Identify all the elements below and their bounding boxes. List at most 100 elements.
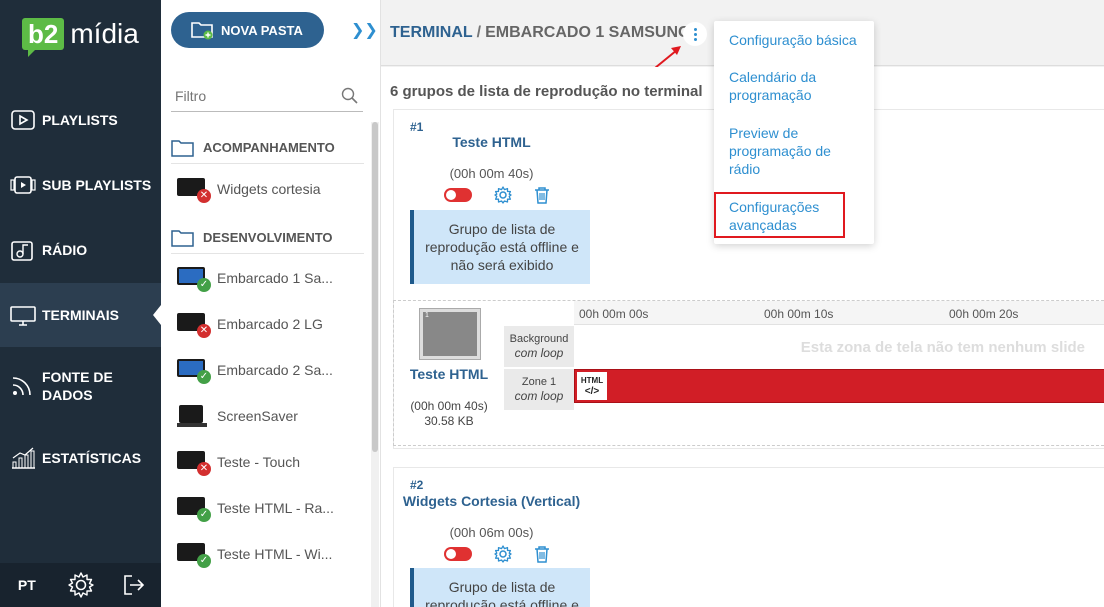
folder-name: DESENVOLVIMENTO [203, 230, 333, 245]
group-actions [444, 186, 550, 204]
logo-text: mídia [70, 18, 139, 49]
nav-item-label: ESTATÍSTICAS [42, 450, 142, 466]
zone-mode: com loop [514, 346, 564, 360]
group-actions [444, 545, 550, 563]
terminal-online-icon: ✓ [177, 543, 211, 568]
group-duration: (00h 00m 40s) [449, 166, 534, 181]
offline-notice: Grupo de lista de reprodução está offlin… [410, 568, 590, 607]
trash-icon[interactable] [534, 186, 550, 204]
terminal-label: Widgets cortesia [217, 181, 321, 197]
nav-item-statistics[interactable]: ESTATÍSTICAS [0, 426, 161, 490]
nav-item-label: PLAYLISTS [42, 112, 118, 128]
logout-button[interactable] [107, 563, 161, 607]
terminal-item[interactable]: ✓ Embarcado 1 Sa... [171, 255, 364, 301]
nav-item-data-sources[interactable]: FONTE DE DADOS [0, 354, 161, 418]
nav-item-playlists[interactable]: PLAYLISTS [0, 88, 161, 152]
terminal-online-icon: ✓ [177, 497, 211, 522]
folder-header[interactable]: ACOMPANHAMENTO [171, 132, 364, 164]
nav-item-radio[interactable]: RÁDIO [0, 218, 161, 282]
group-duration: (00h 06m 00s) [449, 525, 534, 540]
folder-panel: NOVA PASTA ❯❯ ACOMPANHAMENTO ✕ Widgets c… [161, 0, 381, 607]
timeline-tick: 00h 00m 00s [579, 307, 649, 321]
trash-icon[interactable] [534, 545, 550, 563]
terminal-item[interactable]: ✕ Embarcado 2 LG [171, 301, 364, 347]
folder-icon [171, 229, 194, 247]
terminal-online-icon: ✓ [177, 267, 211, 292]
breadcrumb-root[interactable]: TERMINAL [390, 24, 473, 42]
nav-item-sub-playlists[interactable]: SUB PLAYLISTS [0, 153, 161, 217]
language-selector[interactable]: PT [0, 563, 54, 607]
terminal-offline-icon: ✕ [177, 313, 211, 338]
chip-label: HTML [580, 376, 604, 385]
terminal-label: Teste HTML - Ra... [217, 500, 334, 516]
gear-icon[interactable] [494, 545, 512, 563]
group-number: #2 [410, 478, 424, 492]
menu-item-radio-preview[interactable]: Preview de programação de rádio [729, 124, 864, 178]
menu-item-schedule-calendar[interactable]: Calendário da programação [729, 68, 864, 104]
terminal-item[interactable]: ✓ Teste HTML - Ra... [171, 485, 364, 531]
zone-name: Zone 1 [521, 376, 557, 388]
double-chevron-right-icon: ❯❯ [351, 22, 378, 39]
menu-item-basic-config[interactable]: Configuração básica [729, 31, 864, 49]
settings-button[interactable] [54, 563, 108, 607]
filter-input[interactable] [171, 87, 331, 104]
terminal-item[interactable]: ScreenSaver [171, 393, 364, 439]
content-size: 30.58 KB [424, 414, 474, 428]
logout-icon [124, 575, 145, 595]
new-folder-button[interactable]: NOVA PASTA [171, 12, 324, 48]
timeline-tick: 00h 00m 10s [764, 307, 834, 321]
terminal-label: ScreenSaver [217, 408, 298, 424]
filter-field [171, 80, 363, 112]
gear-icon[interactable] [494, 186, 512, 204]
group-name[interactable]: Teste HTML [394, 134, 589, 150]
main-nav: b2 mídia PLAYLISTS SUB PLAYLISTS RÁDIO T… [0, 0, 161, 607]
timeline-tick: 00h 00m 20s [949, 307, 1019, 321]
logo[interactable]: b2 mídia [22, 14, 139, 57]
terminal-label: Teste HTML - Wi... [217, 546, 333, 562]
zone-mode: com loop [514, 389, 564, 403]
content-thumbnail[interactable]: 1 [419, 308, 481, 360]
folder-icon [171, 139, 194, 157]
nav-item-label: TERMINAIS [42, 307, 119, 323]
group-active-toggle[interactable] [444, 547, 472, 561]
group-active-toggle[interactable] [444, 188, 472, 202]
terminal-label: Embarcado 2 Sa... [217, 362, 333, 378]
terminal-item[interactable]: ✓ Teste HTML - Wi... [171, 531, 364, 577]
zone-slide-bar[interactable]: HTML </> [574, 369, 1104, 403]
language-label: PT [17, 577, 36, 593]
breadcrumb-current: EMBARCADO 1 SAMSUNG [485, 23, 691, 41]
terminal-item[interactable]: ✓ Embarcado 2 Sa... [171, 347, 364, 393]
chart-icon [12, 447, 35, 469]
folder-add-icon [191, 22, 213, 40]
nav-item-label: SUB PLAYLISTS [42, 177, 152, 193]
search-icon[interactable] [341, 87, 359, 105]
logo-badge: b2 [22, 18, 65, 57]
content-name[interactable]: Teste HTML [394, 366, 504, 382]
zone-label-zone1: Zone 1 com loop [504, 369, 574, 411]
folder-name: ACOMPANHAMENTO [203, 140, 335, 155]
folder-scrollbar[interactable] [371, 122, 379, 607]
sub-playlist-icon [10, 176, 36, 194]
terminal-item[interactable]: ✕ Teste - Touch [171, 439, 364, 485]
terminal-offline-icon: ✕ [177, 178, 211, 203]
monitor-icon [10, 306, 36, 326]
nav-item-terminals[interactable]: TERMINAIS [0, 283, 161, 347]
terminal-online-icon: ✓ [177, 359, 211, 384]
terminal-label: Embarcado 2 LG [217, 316, 323, 332]
options-dropdown-menu: Configuração básica Calendário da progra… [714, 21, 874, 244]
scrollbar-thumb[interactable] [372, 122, 378, 452]
timeline-ruler: 00h 00m 00s 00h 00m 10s 00h 00m 20s [574, 301, 1104, 325]
terminal-item[interactable]: ✕ Widgets cortesia [171, 166, 364, 212]
group-name[interactable]: Widgets Cortesia (Vertical) [394, 493, 589, 509]
rss-icon [12, 377, 31, 396]
collapse-panel-button[interactable]: ❯❯ [351, 20, 378, 40]
nav-item-label: FONTE DE DADOS [42, 369, 113, 403]
folder-header[interactable]: DESENVOLVIMENTO [171, 222, 364, 254]
laptop-icon [177, 405, 207, 427]
nav-item-label: RÁDIO [42, 242, 88, 258]
terminal-label: Embarcado 1 Sa... [217, 270, 333, 286]
annotation-highlight-box [714, 192, 845, 238]
breadcrumb-separator: / [476, 23, 482, 41]
thumbnail-index: 1 [425, 312, 429, 319]
nav-footer: PT [0, 563, 161, 607]
